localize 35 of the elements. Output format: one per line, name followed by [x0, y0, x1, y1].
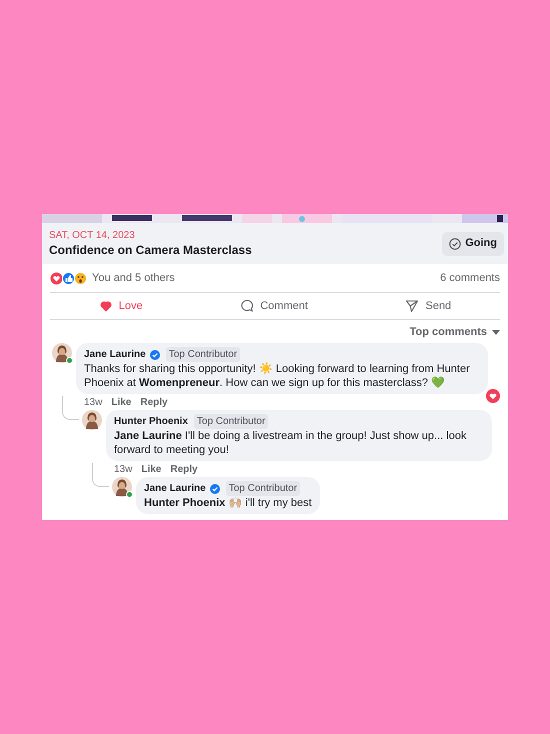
- comment-text: Hunter Phoenix 🙌🏼 i'll try my best: [144, 496, 312, 510]
- send-button[interactable]: Send: [399, 295, 458, 317]
- check-circle-icon: [449, 238, 462, 250]
- heart-icon: [98, 299, 113, 313]
- comment-time: 13w: [114, 462, 132, 476]
- comment-action-link[interactable]: Reply: [170, 462, 198, 476]
- comment-action-link[interactable]: Reply: [140, 394, 168, 410]
- reaction-icons: [50, 272, 88, 284]
- paper-plane-icon: [405, 299, 420, 313]
- sort-dropdown[interactable]: Top comments: [410, 324, 500, 340]
- avatar-icon: [82, 410, 102, 430]
- love-button[interactable]: Love: [92, 295, 149, 317]
- event-date: SAT, OCT 14, 2023: [49, 229, 136, 242]
- avatar-icon: [112, 477, 132, 497]
- going-button[interactable]: Going: [442, 232, 504, 256]
- comment-count[interactable]: 6 comments: [440, 270, 500, 286]
- comment-text: Jane Laurine I'll be doing a livestream in the group! Just show up... look forward to meeting you!: [114, 429, 468, 457]
- comment-button[interactable]: Comment: [234, 295, 314, 317]
- author-name[interactable]: Jane Laurine: [144, 481, 206, 496]
- thread-connector-line: [92, 463, 109, 487]
- event-title: Confidence on Camera Masterclass: [49, 242, 252, 258]
- contributor-badge: Top Contributor: [166, 347, 240, 362]
- contributor-badge: Top Contributor: [194, 414, 268, 429]
- comment-action-link[interactable]: Like: [111, 394, 132, 410]
- contributor-badge: Top Contributor: [226, 481, 300, 496]
- thread-connector-line: [62, 396, 79, 420]
- speech-bubble-icon: [240, 299, 254, 313]
- author-name[interactable]: Hunter Phoenix: [114, 414, 188, 429]
- author-name[interactable]: Jane Laurine: [84, 347, 146, 362]
- comment-text: Thanks for sharing this opportunity! ☀ Looking forward to learning from Hunter Phoenix at Womenpreneur. How can we sign up for this masterclass? 💚: [84, 362, 471, 390]
- comment-time: 13w: [84, 396, 102, 410]
- comment-action-link[interactable]: Like: [141, 462, 162, 476]
- reaction-summary: You and 5 others: [92, 270, 175, 286]
- avatar-icon: [52, 343, 72, 363]
- caret-icon: [492, 330, 500, 334]
